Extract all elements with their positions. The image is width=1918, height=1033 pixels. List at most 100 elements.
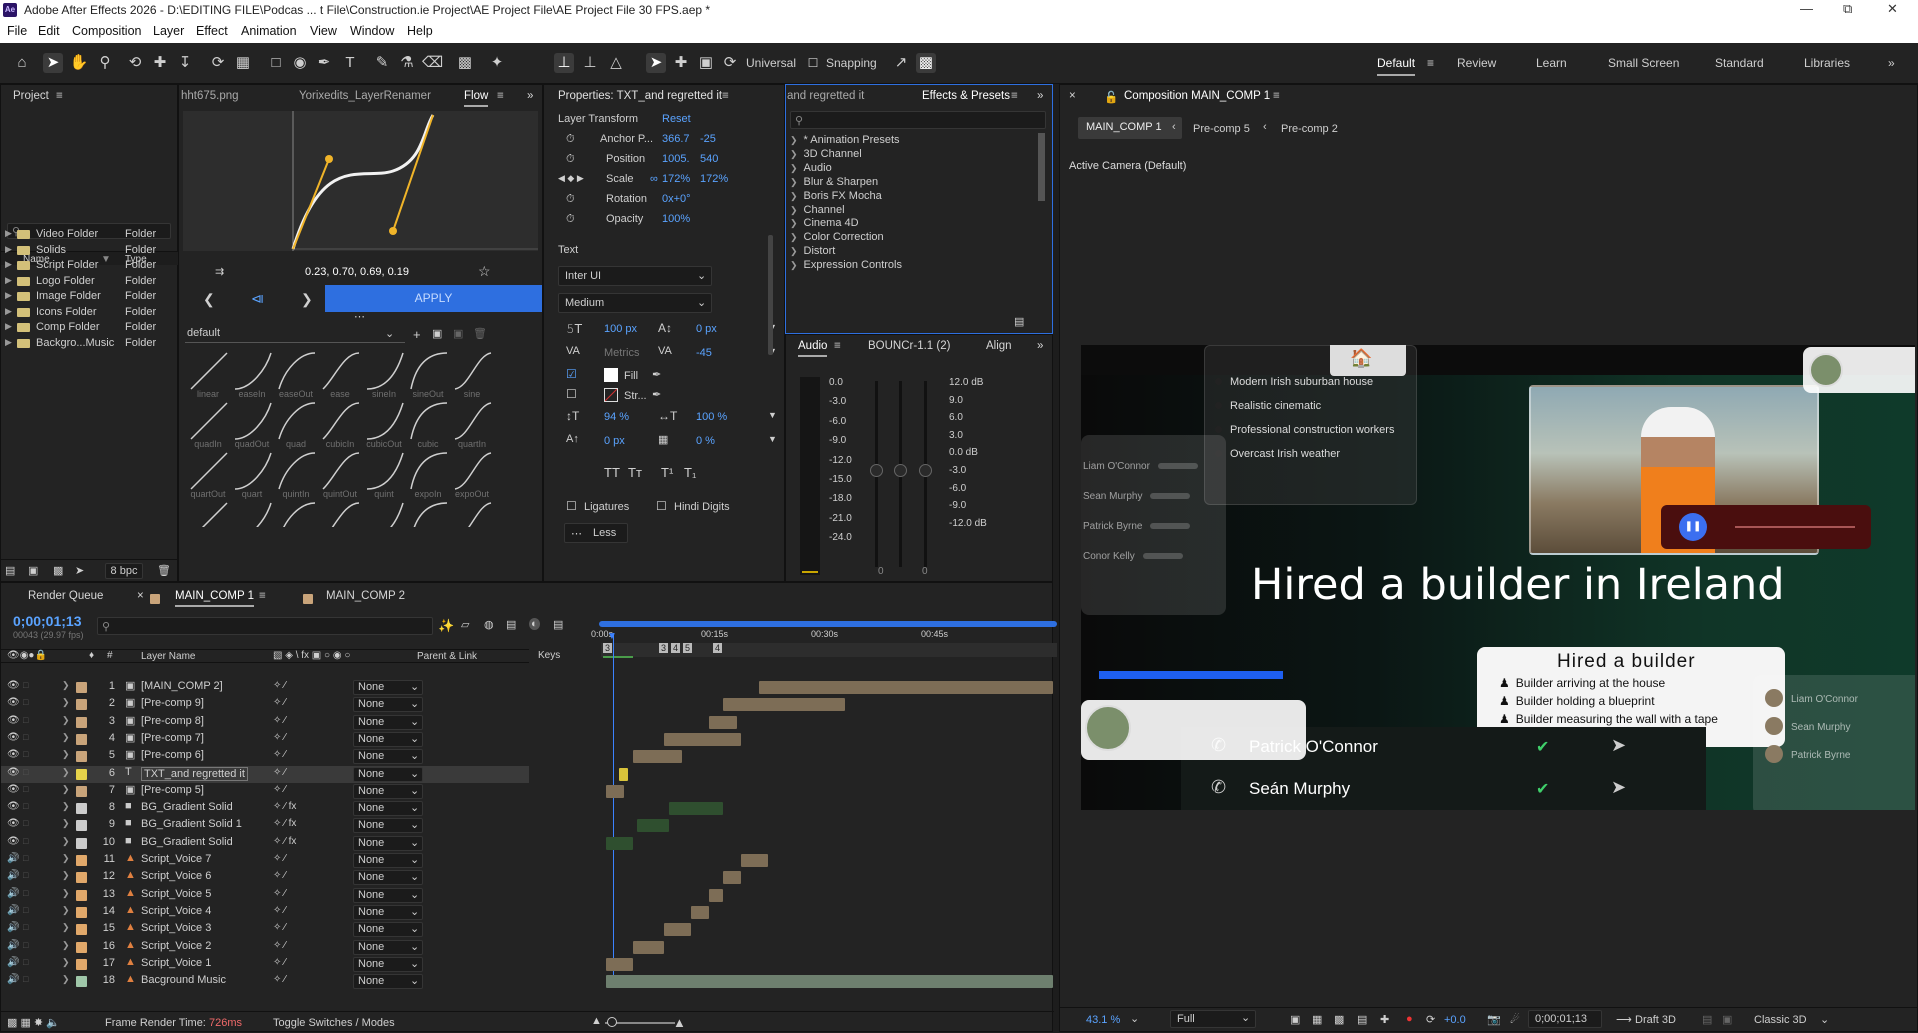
pause-icon[interactable]: ❚❚ bbox=[1679, 513, 1707, 541]
zoom-in-icon[interactable]: ▲ bbox=[673, 1015, 686, 1030]
av-switches-icon[interactable]: 👁◉●🔒 bbox=[7, 650, 47, 661]
channel-icon[interactable]: ✚ bbox=[1380, 1013, 1389, 1026]
ease-preset-quad[interactable]: quad bbox=[275, 399, 317, 449]
workspace-standard[interactable]: Standard bbox=[1715, 56, 1764, 70]
parent-select[interactable]: None ⌄ bbox=[353, 801, 423, 817]
zoom-level[interactable]: 43.1 % bbox=[1086, 1014, 1120, 1026]
menu-edit[interactable]: Edit bbox=[38, 24, 60, 38]
expand-icon[interactable]: ❯ bbox=[62, 888, 70, 899]
expand-icon[interactable]: ❯ bbox=[62, 784, 70, 795]
flip-icon[interactable]: ⧏ bbox=[251, 291, 264, 307]
project-item[interactable]: ▶ Backgro...Music Folder bbox=[1, 336, 179, 351]
link-icon[interactable]: ∞ bbox=[650, 173, 658, 185]
chevron-down-icon[interactable]: ⌄ bbox=[1130, 1012, 1139, 1025]
tab-main-comp-2[interactable]: MAIN_COMP 2 bbox=[326, 590, 405, 602]
stroke-checkbox[interactable]: ☐ bbox=[566, 387, 577, 401]
selection-tool-icon[interactable]: ➤ bbox=[43, 53, 63, 73]
rotation-value[interactable]: 0x+0° bbox=[662, 193, 691, 205]
timeline-timecode[interactable]: 0;00;01;13 bbox=[13, 613, 82, 629]
label-color[interactable] bbox=[76, 906, 87, 918]
label-color[interactable] bbox=[76, 837, 87, 849]
switch-icons[interactable]: ✧ ∕ bbox=[273, 870, 286, 881]
parent-select[interactable]: None ⌄ bbox=[353, 731, 423, 747]
expand-icon[interactable]: ❯ bbox=[62, 801, 70, 812]
audio-player[interactable]: ❚❚ bbox=[1661, 505, 1871, 549]
expand-icon[interactable]: ❯ bbox=[62, 749, 70, 760]
orbit-tool-icon[interactable]: ⟲ bbox=[125, 53, 145, 73]
fill-checkbox[interactable]: ☑ bbox=[566, 367, 577, 381]
snap-grid-icon[interactable]: ▩ bbox=[916, 53, 936, 73]
move-xyz-icon[interactable]: ✚ bbox=[150, 53, 170, 73]
switch-icons[interactable]: ✧ ∕ bbox=[273, 853, 286, 864]
switch-icons[interactable]: ✧ ∕ bbox=[273, 974, 286, 985]
layer-name[interactable]: Script_Voice 3 bbox=[141, 922, 211, 934]
parent-select[interactable]: None ⌄ bbox=[353, 818, 423, 834]
transparency-grid-icon[interactable]: ▦ bbox=[1312, 1013, 1322, 1026]
switch-icons[interactable]: ✧ ∕ bbox=[273, 697, 286, 708]
audio-toggle-icon[interactable]: 🔊 bbox=[7, 905, 19, 916]
solo-icon[interactable]: □ bbox=[23, 940, 28, 950]
menu-layer[interactable]: Layer bbox=[153, 24, 184, 38]
expand-icon[interactable]: ❯ bbox=[62, 940, 70, 951]
toggle-switches-modes[interactable]: Toggle Switches / Modes bbox=[273, 1017, 395, 1029]
audio-toggle-icon[interactable]: 🔊 bbox=[7, 853, 19, 864]
visibility-icon[interactable]: 👁 bbox=[7, 784, 20, 795]
scale-x[interactable]: 172% bbox=[662, 173, 690, 185]
layer-name[interactable]: [MAIN_COMP 2] bbox=[141, 680, 223, 692]
expand-icon[interactable]: ❯ bbox=[62, 974, 70, 985]
opacity-value[interactable]: 100% bbox=[662, 213, 690, 225]
render-icon[interactable]: ➤ bbox=[75, 564, 84, 577]
label-color[interactable] bbox=[76, 751, 87, 763]
solo-icon[interactable]: □ bbox=[23, 905, 28, 915]
chevron-right-icon[interactable]: ▶ bbox=[5, 337, 12, 348]
bpc-button[interactable]: 8 bpc bbox=[105, 563, 143, 579]
chevron-down-icon[interactable]: ▼ bbox=[768, 410, 777, 420]
timeline-search-input[interactable]: ⚲ bbox=[97, 617, 433, 635]
close-icon[interactable]: ✕ bbox=[1887, 1, 1898, 17]
comp-flowchart-icon[interactable]: ✨ bbox=[438, 618, 454, 634]
pen-tool-icon[interactable]: ✒ bbox=[314, 53, 334, 73]
effects-scrollbar[interactable] bbox=[1038, 133, 1045, 201]
roi-icon[interactable]: ▣ bbox=[1290, 1013, 1300, 1026]
breadcrumb-main-comp[interactable]: MAIN_COMP 1 bbox=[1078, 117, 1182, 139]
parent-select[interactable]: None ⌄ bbox=[353, 749, 423, 765]
view-layout-icon[interactable]: ▤ bbox=[1702, 1013, 1712, 1026]
tab-effects-presets[interactable]: Effects & Presets bbox=[922, 90, 1010, 102]
chevron-right-icon[interactable]: ▶ bbox=[5, 259, 12, 270]
layer-row[interactable]: 👁 □ ❯ 1 ▣ [MAIN_COMP 2] ✧ ∕ None ⌄ bbox=[1, 679, 529, 696]
effects-more-icon[interactable]: » bbox=[1037, 90, 1043, 102]
project-item[interactable]: ▶ Icons Folder Folder bbox=[1, 305, 179, 320]
new-folder-icon[interactable]: ▣ bbox=[28, 564, 38, 577]
tab-bouncr[interactable]: BOUNCr-1.1 (2) bbox=[868, 340, 950, 352]
tab-layer-renamer[interactable]: Yorixedits_LayerRenamer bbox=[299, 90, 431, 102]
layer-name-col[interactable]: Layer Name bbox=[141, 651, 195, 662]
type-tool-icon[interactable]: T bbox=[340, 53, 360, 73]
scale-icon[interactable]: ▣ bbox=[696, 53, 716, 73]
ease-preset-cubicIn[interactable]: cubicIn bbox=[319, 399, 361, 449]
effects-category[interactable]: ❯ Channel bbox=[790, 204, 845, 216]
chevron-right-icon[interactable]: ▶ bbox=[5, 228, 12, 239]
layer-name[interactable]: BG_Gradient Solid bbox=[141, 836, 233, 848]
workspace-default[interactable]: Default bbox=[1377, 56, 1416, 76]
layer-row[interactable]: 👁 □ ❯ 9 ■ BG_Gradient Solid 1 ✧ ∕ fx None ⌄ bbox=[1, 817, 529, 834]
expand-icon[interactable]: ❯ bbox=[62, 870, 70, 881]
horizontal-scale[interactable]: 100 % bbox=[696, 411, 727, 423]
layer-duration-bar[interactable] bbox=[741, 854, 769, 867]
export-preset-icon[interactable]: ▣ bbox=[453, 327, 463, 340]
layer-duration-bar[interactable] bbox=[605, 975, 1053, 989]
layer-duration-bar[interactable] bbox=[759, 681, 1053, 694]
tab-align[interactable]: Align bbox=[986, 340, 1012, 352]
snapshot-icon[interactable]: 📷 bbox=[1487, 1013, 1501, 1026]
effects-category[interactable]: ❯ Distort bbox=[790, 245, 835, 257]
audio-menu-icon[interactable]: ≡ bbox=[834, 340, 841, 352]
eraser-tool-icon[interactable]: ⌫ bbox=[422, 53, 443, 73]
master-slider-knob[interactable] bbox=[919, 464, 932, 477]
layer-duration-bar[interactable] bbox=[632, 750, 683, 764]
parent-select[interactable]: None ⌄ bbox=[353, 697, 423, 713]
weight-select[interactable]: Medium ⌄ bbox=[558, 293, 712, 313]
more-workspaces-icon[interactable]: » bbox=[1888, 56, 1895, 70]
ease-preset-partial[interactable] bbox=[319, 499, 361, 527]
layer-name[interactable]: [Pre-comp 5] bbox=[141, 784, 204, 796]
ease-preset-partial[interactable] bbox=[363, 499, 405, 527]
maximize-icon[interactable]: ⧉ bbox=[1843, 1, 1852, 17]
